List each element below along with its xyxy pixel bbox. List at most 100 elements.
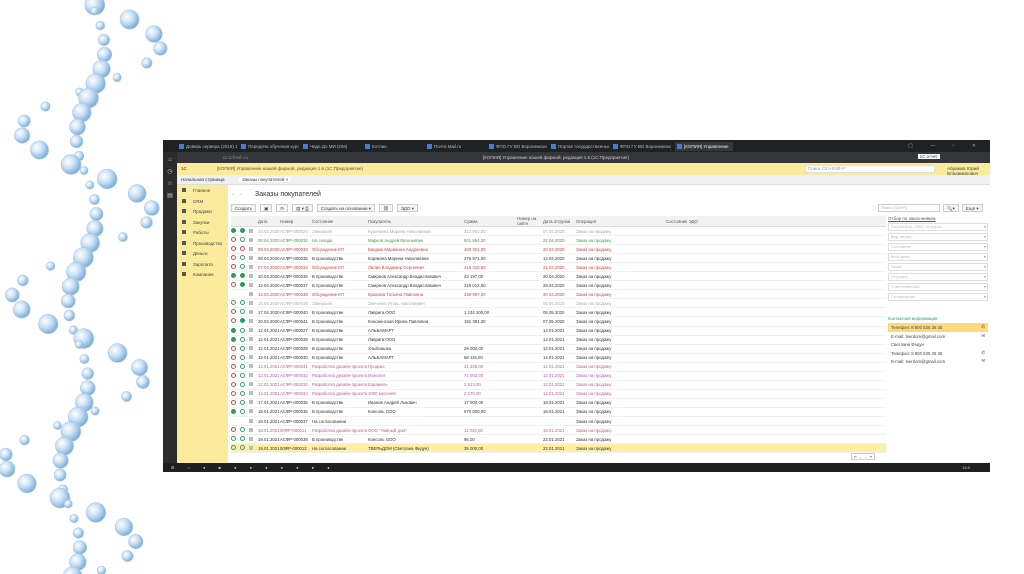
browser-tab[interactable]: ФПО ГУ ВО Воронежский: [613, 143, 671, 149]
browser-tab[interactable]: [КОПИЯ] Управление: [675, 141, 733, 151]
taskbar-icons[interactable]: ⊞ ○ ● ■ ● ● ● ● ● ● ●: [171, 465, 336, 470]
more-button[interactable]: Ещё ▾: [961, 204, 983, 212]
column-header[interactable]: [240, 216, 249, 227]
print-button[interactable]: ▤ ▾ ⎙: [292, 204, 313, 212]
table-row[interactable]: 12.01.2021 АСФР-000029 В производстве Улыбн…: [231, 344, 886, 354]
filters-label[interactable]: Отбор по заказ-живым: [888, 216, 988, 221]
sidebar-item[interactable]: Зарплата: [177, 259, 228, 270]
window-controls[interactable]: ▢ — ▫ ✕: [908, 143, 984, 149]
sidebar-item[interactable]: CRM: [177, 196, 228, 207]
table-row[interactable]: 08.04.2020 АСФР-000033 Обсуждение КП Вирдюк…: [231, 244, 886, 255]
table-row[interactable]: 15.04.2020 АСФР-000039 Завершен Зинченко Иг…: [231, 298, 886, 309]
column-header[interactable]: Дата отгрузки: [543, 216, 576, 227]
browser-tab[interactable]: Портал государственных: [551, 143, 609, 149]
table-row[interactable]: 10.04.2020 АСФР-000036 В производстве Смирн…: [231, 271, 886, 282]
table-row[interactable]: 18.01.2021 АСФР-000036 В производстве Консо…: [231, 407, 886, 417]
table-row[interactable]: 12.01.2021 АСФР-000032 Разработка дизайн-п…: [231, 371, 886, 381]
filter-select[interactable]: Мой заказ: [888, 253, 988, 261]
edo-button[interactable]: ЭДО ▾: [396, 204, 418, 212]
column-header[interactable]: [249, 216, 258, 227]
table-row[interactable]: 08.04.2020 АСФР-000035 В производстве Коряк…: [231, 253, 886, 264]
home-icon[interactable]: ⌂: [163, 157, 177, 163]
table-row[interactable]: 24.03.2020 АСФР-000024 Завершен Курочкина М…: [231, 226, 886, 237]
table-row[interactable]: 18.01.2021 АСФР-000037 На согласовании Зака…: [231, 416, 886, 427]
column-header[interactable]: Состояние: [312, 216, 368, 227]
table-row[interactable]: 17.01.2021 АСФР-000035 В производстве Ивано…: [231, 398, 886, 408]
phone-icon[interactable]: ✆: [981, 324, 985, 330]
sidebar-item[interactable]: Продажи: [177, 206, 228, 217]
create-button[interactable]: Создать: [231, 204, 257, 212]
table-row[interactable]: 12.04.2020 АСФР-000037 В производстве Смирн…: [231, 280, 886, 291]
copy-button[interactable]: ▣: [260, 204, 273, 212]
column-header[interactable]: Номер: [280, 216, 312, 227]
cell-edo: [666, 380, 886, 390]
sys-badge[interactable]: 1С:отчёт: [917, 154, 940, 159]
column-header[interactable]: Операция: [576, 216, 666, 227]
global-search-input[interactable]: Поиск Ctrl+Shift+F: [805, 165, 935, 173]
contact-item[interactable]: E-mail: tverdom@gmail.com ✉: [888, 357, 988, 366]
link-button[interactable]: ⛓: [378, 204, 393, 212]
sidebar-item[interactable]: Деньги: [177, 248, 228, 259]
table-row[interactable]: 12.01.2021 АСФР-000033 Разработка дизайн-п…: [231, 380, 886, 390]
table-row[interactable]: 20.04.2020 АСФР-000041 В производстве Конон…: [231, 316, 886, 327]
url-field[interactable]: ut.1cfresh.ru: [223, 155, 248, 160]
filter-select[interactable]: Заказ: [888, 263, 988, 271]
column-header[interactable]: Состояние ЭДО: [666, 216, 886, 227]
table-row[interactable]: 12.01.2021 АСФР-000027 В производстве АЛЬБА…: [231, 326, 886, 336]
filter-select[interactable]: Покупатель, ИНН, телефон: [888, 223, 988, 231]
star-icon[interactable]: ☆: [163, 180, 177, 187]
filter-select[interactable]: Отгрузка: [888, 273, 988, 281]
browser-tab[interactable]: Доверь сервера (2019) 10г: [179, 143, 237, 149]
tab-orders[interactable]: Заказы покупателей ×: [239, 177, 292, 182]
create-based-button[interactable]: Создать на основании ▾: [316, 204, 375, 212]
contact-item[interactable]: Светлана Федун: [888, 340, 988, 349]
history-icon[interactable]: ◷: [163, 168, 177, 175]
table-row[interactable]: 12.01.2021 АСФР-000031 Разработка дизайн-п…: [231, 362, 886, 372]
column-header[interactable]: Сумма: [464, 216, 517, 227]
sidebar-item[interactable]: Закупки: [177, 217, 228, 228]
table-row[interactable]: 17.04.2020 АСФР-000040 В производстве Лаври…: [231, 307, 886, 318]
filter-select[interactable]: Состояние: [888, 243, 988, 251]
filter-select[interactable]: Вид заказа: [888, 233, 988, 241]
doc-icon[interactable]: ▤: [163, 192, 177, 199]
back-forward-buttons[interactable]: ← →: [231, 191, 242, 197]
browser-tab[interactable]: ФПО ГУ ВО Воронежский: [489, 143, 547, 149]
filter-select[interactable]: Организация: [888, 293, 988, 301]
email-icon[interactable]: ✉: [981, 333, 985, 339]
column-header[interactable]: [231, 216, 240, 227]
column-header[interactable]: Дата: [258, 216, 280, 227]
sidebar-item[interactable]: Работы: [177, 227, 228, 238]
sidebar-item[interactable]: Главное: [177, 185, 228, 196]
status-circle-icon: [240, 436, 245, 442]
table-row[interactable]: 12.01.2021 АСФР-000030 В производстве АЛЬБА…: [231, 353, 886, 363]
table-row[interactable]: 06.04.2020 АСФР-000032 На складе Марков Анд…: [231, 235, 886, 246]
pager-buttons[interactable]: ⇤ ← → ⇥: [851, 453, 876, 460]
contact-item[interactable]: Телефон: 8 800 535 35 35 ✆: [888, 323, 988, 332]
refresh-button[interactable]: ⟳: [276, 204, 289, 212]
table-row[interactable]: 14.04.2020 АСФР-000038 Обсуждение КП Крюков…: [231, 289, 886, 300]
table-row[interactable]: 07.04.2020 АСФР-000034 Обсуждение КП Лалин …: [231, 262, 886, 273]
email-icon[interactable]: ✉: [981, 358, 985, 364]
contact-item[interactable]: E-mail: tverdom@gmail.com ✉: [888, 332, 988, 341]
browser-tab[interactable]: Почта Mail.ru: [427, 143, 485, 149]
browser-tab-bar: Доверь сервера (2019) 10г Передача обучен…: [163, 140, 990, 152]
browser-tab[interactable]: Передача обучения курса: [241, 143, 299, 149]
sidebar-item[interactable]: Компания: [177, 269, 228, 280]
page-title: Заказы покупателей: [255, 191, 321, 198]
column-header[interactable]: Номер на сайте: [517, 216, 543, 227]
tab-home[interactable]: Начальная страница: [181, 177, 225, 182]
sidebar-item[interactable]: Производство: [177, 238, 228, 249]
phone-icon[interactable]: ✆: [981, 350, 985, 356]
browser-tab[interactable]: Котлин: [365, 143, 423, 149]
list-search-input[interactable]: Поиск (Ctrl+F): [878, 204, 940, 212]
browser-tab[interactable]: Чиде До МИ (ОМ): [303, 143, 361, 149]
table-row[interactable]: 12.01.2021 АСФР-000028 В производстве Лаври…: [231, 335, 886, 345]
table-row[interactable]: 19.01.2021 АСФР-000038 В производстве Консо…: [231, 434, 886, 445]
column-header[interactable]: Покупатель: [368, 216, 464, 227]
filter-select[interactable]: Ответственный: [888, 283, 988, 291]
table-row[interactable]: 18.01.2021 00ФР-000011 Разработка дизайн-п…: [231, 425, 886, 436]
table-row[interactable]: 12.01.2021 АСФР-000034 Разработка дизайн-п…: [231, 389, 886, 399]
table-row[interactable]: 19.01.2021 00ФР-000012 На согласовании ТВЕР…: [231, 443, 886, 454]
contact-item[interactable]: Телефон: 8 800 535 35 35 ✆: [888, 349, 988, 358]
search-button[interactable]: 🔍▾: [943, 204, 959, 212]
